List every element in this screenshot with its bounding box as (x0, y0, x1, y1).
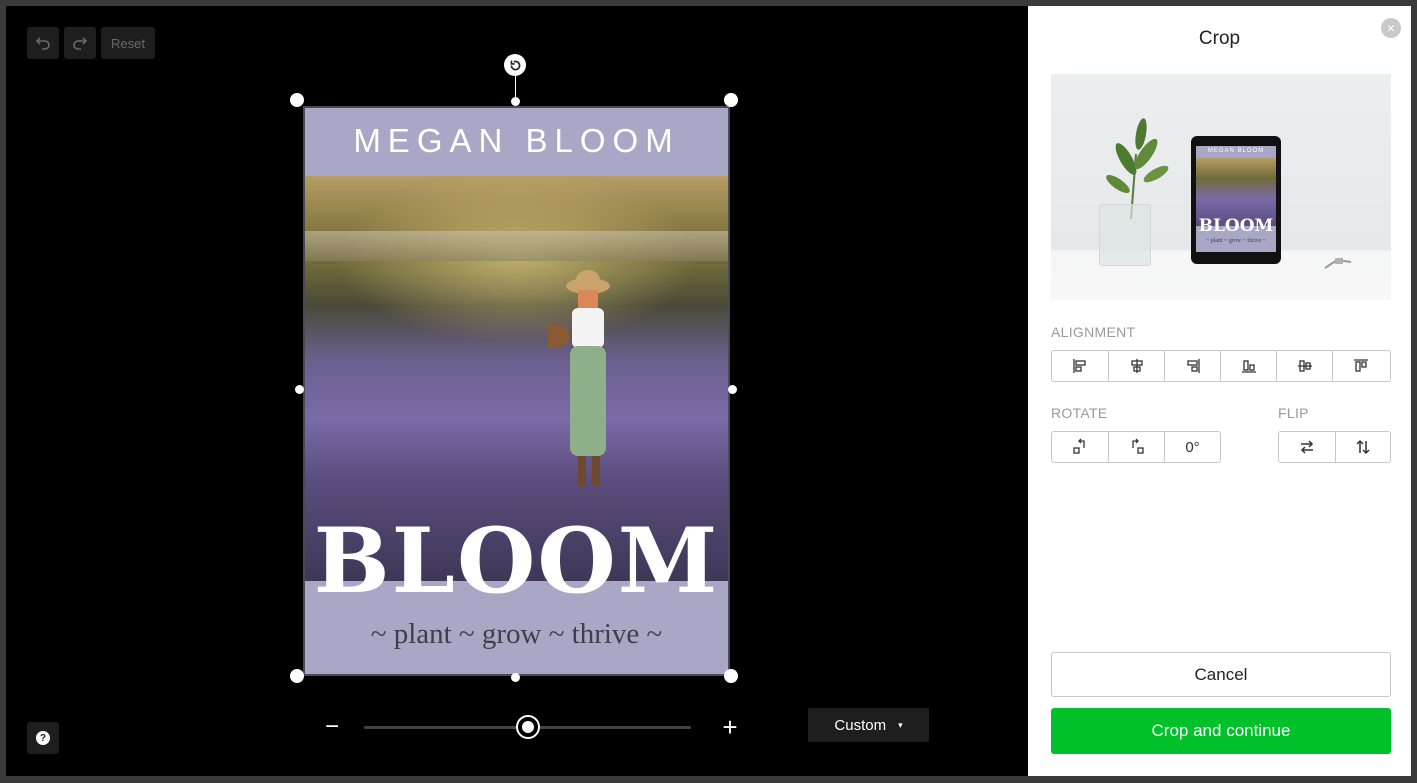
align-left-icon (1073, 359, 1086, 373)
flip-label: FLIP (1278, 405, 1309, 421)
rotation-angle-input[interactable]: 0° (1164, 432, 1220, 462)
zoom-slider-thumb[interactable] (517, 717, 538, 737)
rotate-label: ROTATE (1051, 405, 1108, 421)
cover-author-band: MEGAN BLOOM (303, 106, 730, 176)
zoom-in-button[interactable]: + (716, 712, 744, 742)
crop-editor: Reset MEGAN BLOOM BLOOM ~ plant ~ grow ~… (6, 6, 1411, 776)
photo-hill (303, 231, 730, 261)
flip-vertical-button[interactable] (1334, 432, 1391, 462)
zoom-control: − + (312, 712, 742, 742)
cover-author: MEGAN BLOOM (353, 122, 680, 159)
cancel-button[interactable]: Cancel (1051, 652, 1391, 697)
rotate-icon (510, 60, 520, 70)
align-top-icon (1353, 359, 1368, 372)
redo-button[interactable] (64, 27, 96, 59)
cover-image[interactable]: MEGAN BLOOM BLOOM ~ plant ~ grow ~ thriv… (303, 106, 730, 676)
flip-horizontal-button[interactable] (1279, 432, 1335, 462)
redo-icon (73, 37, 88, 50)
crop-and-continue-button[interactable]: Crop and continue (1051, 708, 1391, 754)
help-button[interactable]: ? (27, 722, 59, 754)
flip-horizontal-icon (1300, 440, 1313, 454)
undo-icon (35, 37, 50, 50)
crop-handle-bottom[interactable] (511, 673, 520, 682)
cover-title: BLOOM (313, 508, 720, 614)
crop-handle-top[interactable] (511, 97, 520, 106)
crop-handle-bottom-right[interactable] (724, 669, 738, 683)
align-left-button[interactable] (1052, 351, 1108, 381)
canvas-stage: Reset MEGAN BLOOM BLOOM ~ plant ~ grow ~… (6, 6, 1028, 776)
crop-handle-left[interactable] (295, 385, 304, 394)
alignment-label: ALIGNMENT (1051, 324, 1136, 340)
align-center-horizontal-icon (1130, 359, 1143, 373)
aspect-ratio-value: Custom (834, 716, 887, 734)
alignment-buttons (1051, 350, 1391, 382)
align-center-vertical-button[interactable] (1276, 351, 1332, 381)
tablet-mockup: MEGAN BLOOM BLOOM ~ plant ~ grow ~ thriv… (1191, 136, 1281, 264)
crop-handle-top-right[interactable] (724, 93, 738, 107)
aspect-ratio-dropdown[interactable]: Custom ▾ (808, 708, 929, 742)
mockup-preview: MEGAN BLOOM BLOOM ~ plant ~ grow ~ thriv… (1051, 74, 1391, 300)
crop-handle-top-left[interactable] (290, 93, 304, 107)
panel-title: Crop (1198, 28, 1241, 49)
rotate-right-button[interactable] (1108, 432, 1164, 462)
glass-vase (1099, 204, 1151, 266)
rotate-left-button[interactable] (1052, 432, 1108, 462)
undo-button[interactable] (27, 27, 59, 59)
align-top-button[interactable] (1332, 351, 1388, 381)
align-bottom-icon (1241, 360, 1256, 373)
help-icon: ? (36, 731, 50, 745)
woman-with-basket-figure (548, 270, 610, 486)
rotate-handle[interactable] (504, 54, 526, 76)
caret-down-icon: ▾ (898, 719, 903, 730)
align-center-horizontal-button[interactable] (1108, 351, 1164, 381)
align-right-button[interactable] (1164, 351, 1220, 381)
crop-handle-bottom-left[interactable] (290, 669, 304, 683)
crop-handle-right[interactable] (728, 385, 737, 394)
tablet-cover-tagline: ~ plant ~ grow ~ thrive ~ (1205, 238, 1267, 244)
align-right-icon (1186, 359, 1200, 373)
tablet-screen: MEGAN BLOOM BLOOM ~ plant ~ grow ~ thriv… (1196, 146, 1276, 252)
editor-toolbar: Reset (27, 27, 155, 59)
tablet-cover-author: MEGAN BLOOM (1207, 148, 1265, 154)
reset-button[interactable]: Reset (101, 27, 155, 59)
cover-tagline: ~ plant ~ grow ~ thrive ~ (370, 618, 663, 650)
crop-panel: Crop × MEGAN BLOOM BLOOM ~ plant ~ grow … (1028, 6, 1411, 776)
rotate-left-icon (1073, 438, 1085, 454)
flip-vertical-icon (1356, 439, 1370, 455)
rotate-right-icon (1131, 438, 1144, 454)
align-center-vertical-icon (1297, 360, 1312, 372)
binder-clip-illustration (1324, 258, 1352, 269)
rotate-buttons: 0° (1051, 431, 1221, 463)
flip-buttons (1278, 431, 1391, 463)
close-button[interactable]: × (1381, 18, 1401, 38)
zoom-out-button[interactable]: − (318, 712, 346, 742)
align-bottom-button[interactable] (1220, 351, 1276, 381)
tablet-cover-title: BLOOM (1198, 216, 1274, 236)
